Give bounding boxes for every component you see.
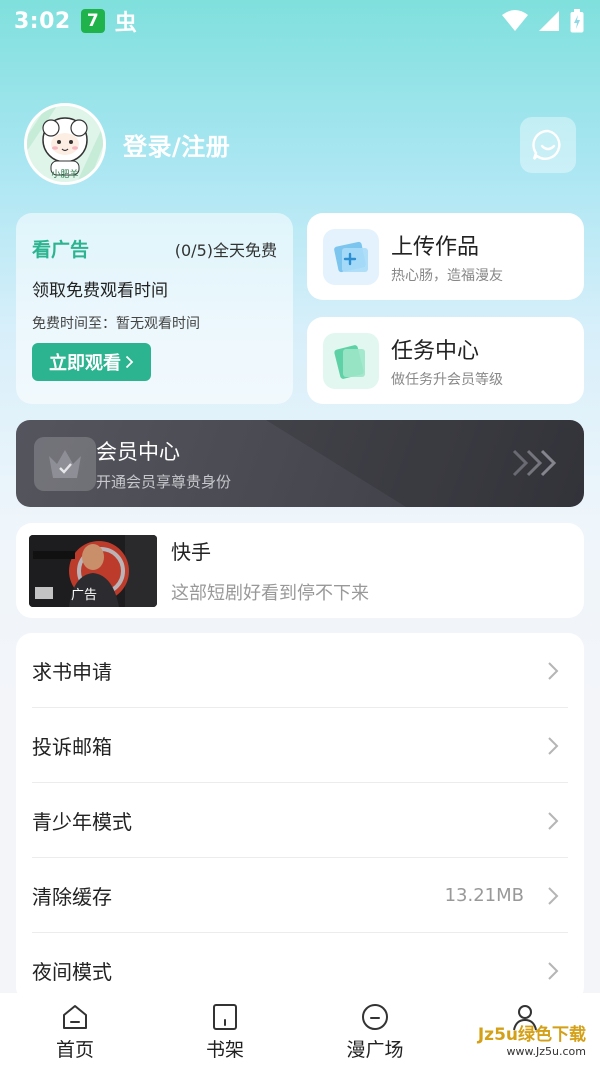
upload-works-title: 上传作品 — [391, 234, 480, 260]
battery-icon — [570, 9, 584, 33]
watch-ad-card[interactable]: 看广告 (0/5)全天免费 领取免费观看时间 免费时间至：暂无观看时间 立即观看 — [16, 213, 293, 404]
ad-card-subtitle: 领取免费观看时间 — [32, 281, 168, 301]
ad-description: 这部短剧好看到停不下来 — [171, 583, 369, 604]
profile-header[interactable]: 小肥羊 登录/注册 — [24, 103, 230, 185]
status-icons — [502, 9, 584, 33]
ad-card-count: (0/5)全天免费 — [174, 240, 277, 260]
tab-plaza[interactable]: 漫广场 — [300, 993, 450, 1066]
menu-item-label: 投诉邮箱 — [32, 735, 112, 759]
message-button[interactable] — [520, 117, 576, 173]
upload-works-card[interactable]: 上传作品 热心肠，造福漫友 — [307, 213, 584, 300]
menu-item-label: 夜间模式 — [32, 960, 112, 984]
menu-item-label: 青少年模式 — [32, 810, 132, 834]
bookshelf-icon — [213, 1004, 237, 1030]
bug-notification-icon: 虫 — [114, 11, 137, 36]
watch-now-button[interactable]: 立即观看 — [32, 343, 151, 381]
ad-card-free-time: 免费时间至：暂无观看时间 — [32, 316, 200, 332]
settings-menu: 求书申请 投诉邮箱 青少年模式 清除缓存 13.21MB 夜间模式 — [16, 633, 584, 1003]
app-notification-icon: 7 — [80, 9, 105, 33]
tab-bookshelf[interactable]: 书架 — [150, 993, 300, 1066]
tab-bookshelf-label: 书架 — [205, 1039, 244, 1061]
login-register-link[interactable]: 登录/注册 — [123, 127, 230, 162]
menu-item-complaint-email[interactable]: 投诉邮箱 — [16, 708, 584, 783]
watermark-bottom: www.Jz5u.com — [506, 1045, 586, 1058]
status-time: 3:02 — [14, 8, 71, 34]
triple-chevron-icon — [512, 449, 557, 477]
upload-works-subtitle: 热心肠，造福漫友 — [391, 267, 503, 284]
plaza-icon — [362, 1004, 388, 1030]
chevron-right-icon — [548, 736, 559, 755]
ad-title: 快手 — [171, 540, 211, 564]
tab-plaza-label: 漫广场 — [346, 1039, 404, 1061]
site-watermark: Jz5u绿色下载 www.Jz5u.com — [478, 1020, 586, 1058]
chevron-right-icon — [548, 811, 559, 830]
menu-item-clear-cache[interactable]: 清除缓存 13.21MB — [16, 858, 584, 933]
avatar-caption: 小肥羊 — [51, 170, 79, 180]
chevron-right-icon — [125, 355, 134, 369]
chevron-right-icon — [548, 661, 559, 680]
ad-tag: 广告 — [71, 587, 98, 603]
tab-home-label: 首页 — [55, 1039, 94, 1061]
ad-thumbnail[interactable]: 广告 — [29, 534, 157, 607]
vip-center-subtitle: 开通会员享尊贵身份 — [96, 472, 232, 491]
menu-item-teen-mode[interactable]: 青少年模式 — [16, 783, 584, 858]
menu-item-label: 求书申请 — [32, 660, 112, 684]
chevron-right-icon — [548, 961, 559, 980]
menu-item-book-request[interactable]: 求书申请 — [16, 633, 584, 708]
wifi-icon — [502, 10, 528, 31]
watermark-top: Jz5u绿色下载 — [477, 1025, 586, 1045]
tab-home[interactable]: 首页 — [0, 993, 150, 1066]
upload-icon — [323, 228, 379, 285]
menu-item-label: 清除缓存 — [32, 885, 112, 909]
watch-now-label: 立即观看 — [49, 353, 121, 374]
task-center-subtitle: 做任务升会员等级 — [391, 371, 503, 388]
avatar[interactable]: 小肥羊 — [24, 103, 106, 185]
signal-icon — [539, 11, 559, 31]
cache-size-value: 13.21MB — [444, 885, 524, 906]
advertisement-card[interactable]: 广告 快手 这部短剧好看到停不下来 — [16, 523, 584, 618]
ad-card-title: 看广告 — [32, 239, 90, 261]
task-center-title: 任务中心 — [391, 338, 480, 364]
vip-center-banner[interactable]: 会员中心 开通会员享尊贵身份 — [16, 420, 584, 507]
chat-bubble-icon — [532, 129, 561, 160]
task-center-card[interactable]: 任务中心 做任务升会员等级 — [307, 317, 584, 404]
vip-center-title: 会员中心 — [96, 439, 180, 464]
task-icon — [323, 332, 379, 389]
bottom-tab-bar: 首页 书架 漫广场 Jz5u绿色下载 www.Jz5u.com — [0, 993, 600, 1066]
chevron-right-icon — [548, 886, 559, 905]
status-bar: 3:02 7 虫 — [0, 0, 600, 42]
home-icon — [63, 1005, 87, 1029]
